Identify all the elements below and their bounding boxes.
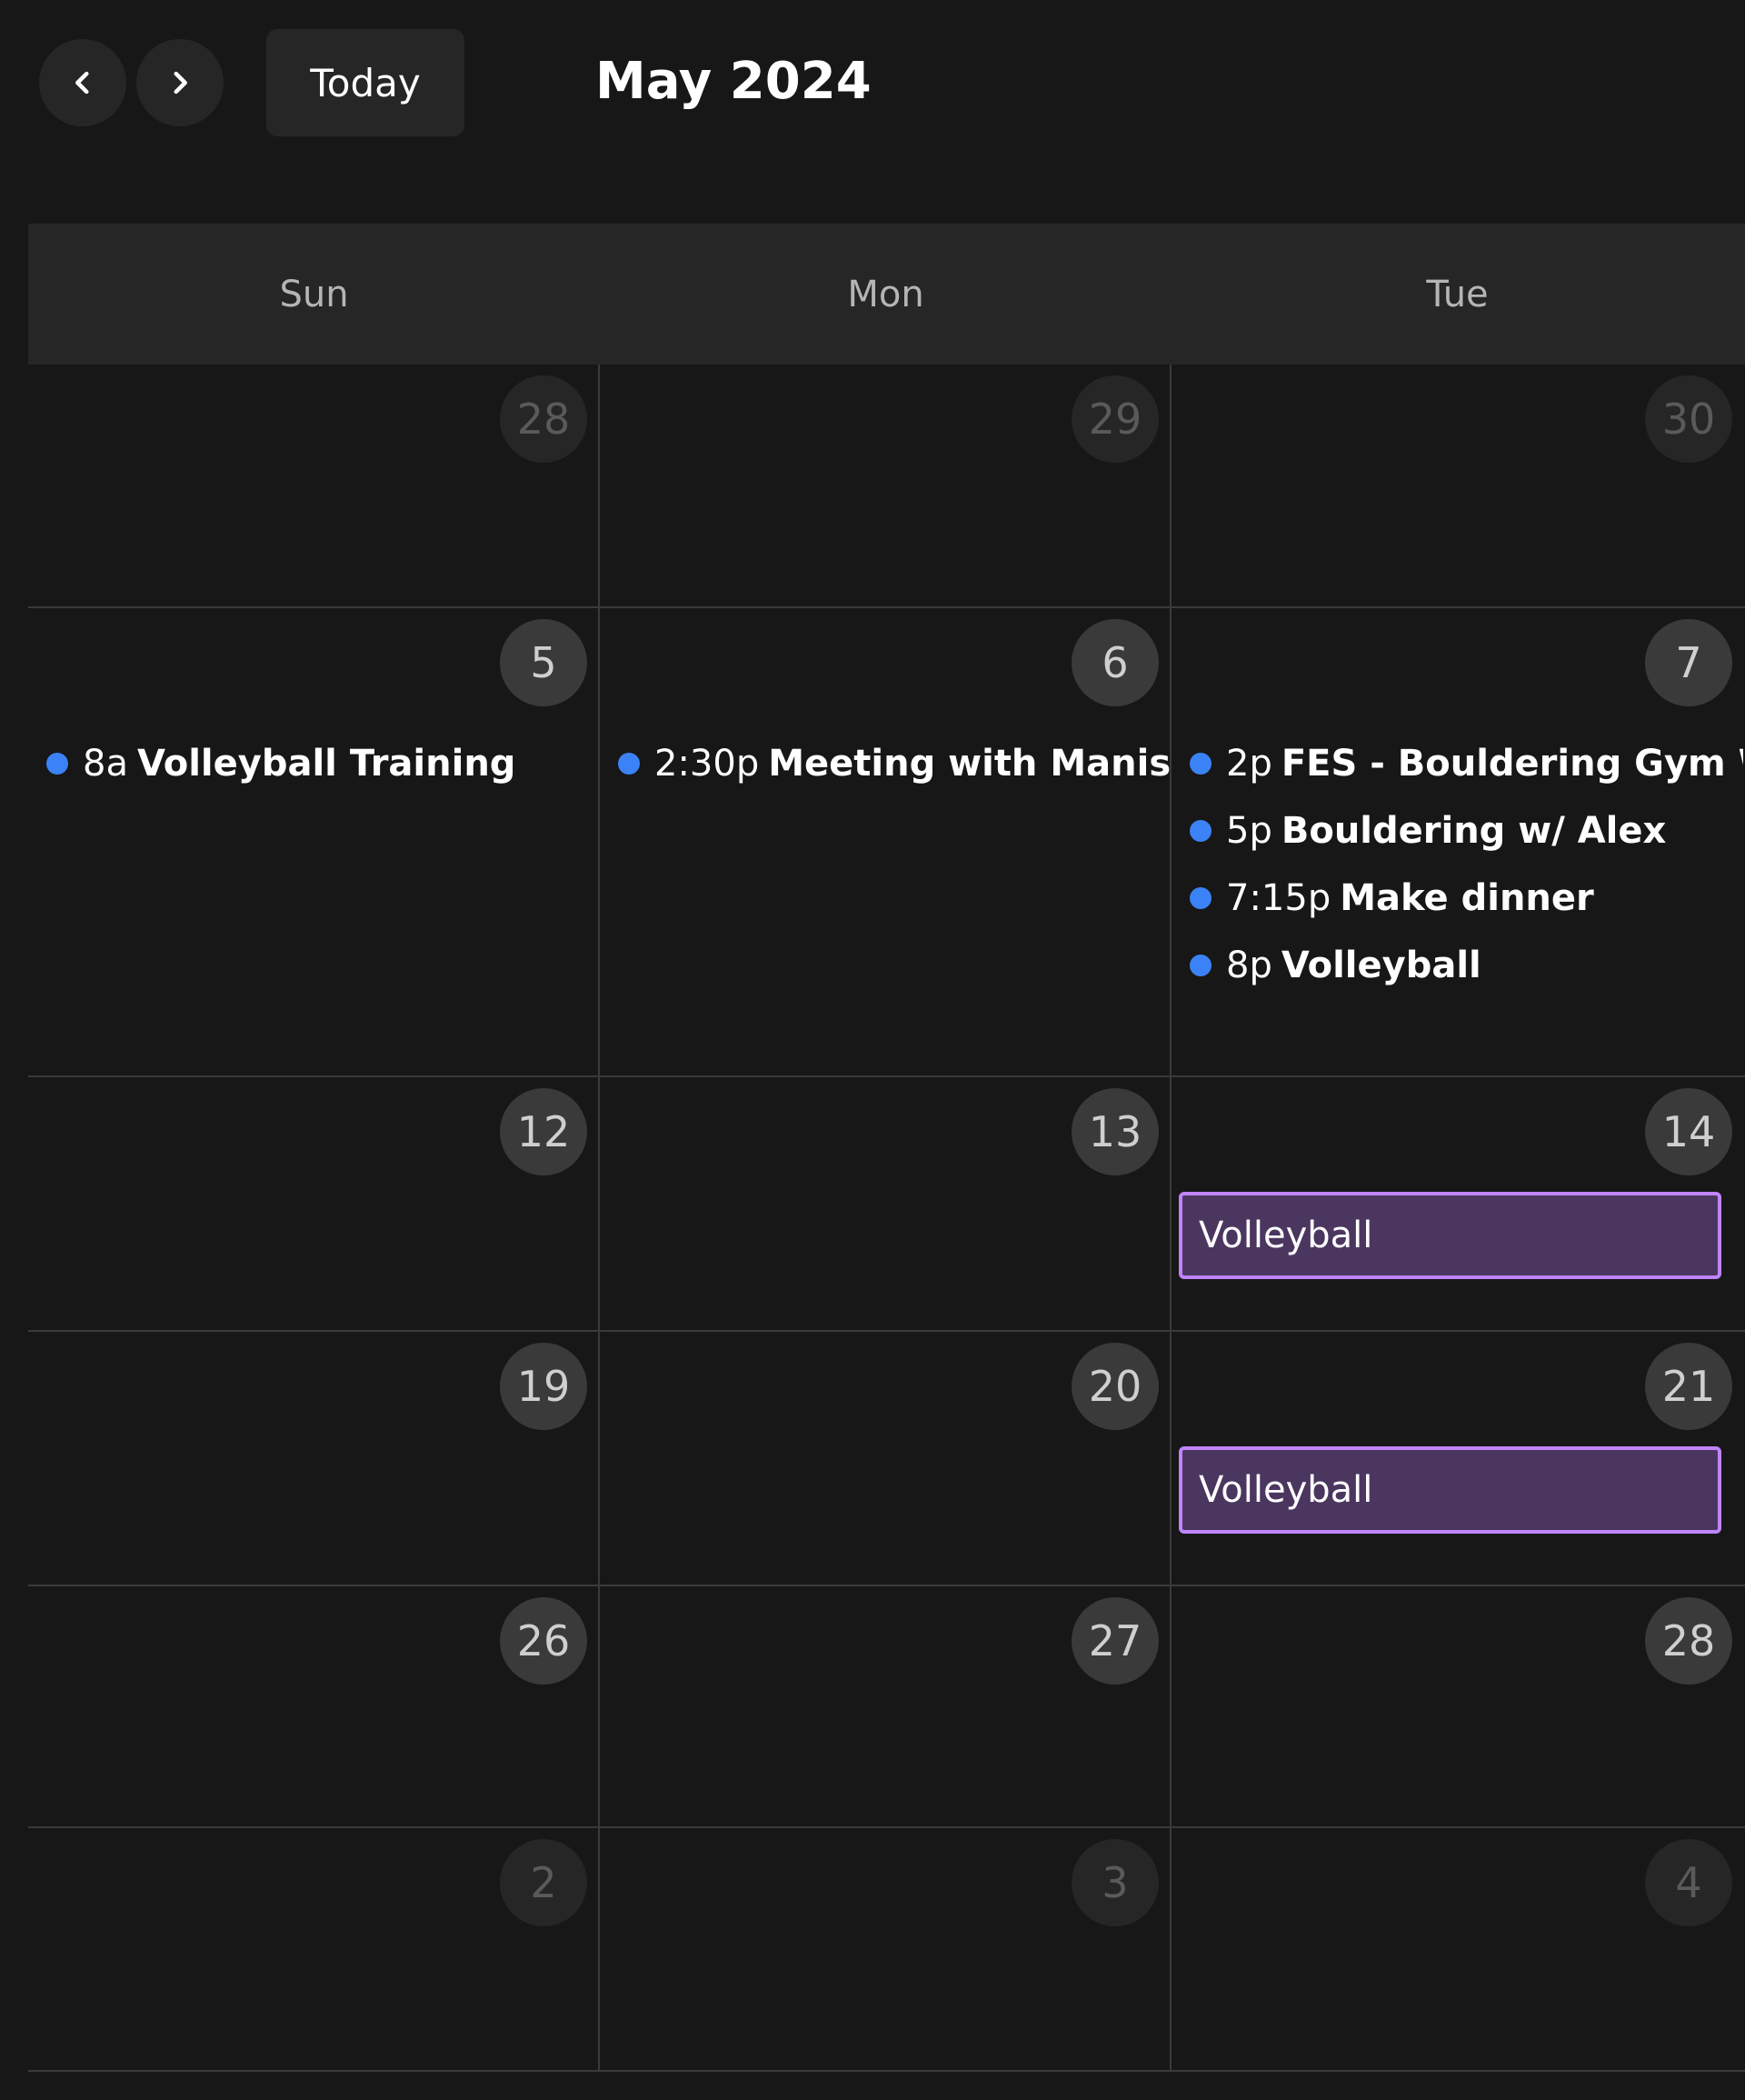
day-number[interactable]: 4 (1645, 1839, 1732, 1926)
weekday-sun: Sun (279, 273, 349, 315)
day-cell[interactable]: 21 Volleyball (1172, 1332, 1743, 1585)
event-time: 2p (1226, 743, 1272, 785)
event-time: 7:15p (1226, 877, 1331, 919)
day-number[interactable]: 5 (500, 619, 587, 706)
today-button[interactable]: Today (266, 29, 464, 136)
day-cell[interactable]: 13 (600, 1077, 1172, 1330)
event-time: 8p (1226, 945, 1272, 986)
day-cell[interactable]: 28 (28, 365, 600, 606)
day-cell[interactable]: 14 Volleyball (1172, 1077, 1743, 1330)
week-row: 26 27 28 (28, 1586, 1745, 1828)
event-item[interactable]: 7:15p Make dinner (1190, 865, 1743, 932)
day-number[interactable]: 20 (1072, 1343, 1159, 1430)
day-cell[interactable]: 19 (28, 1332, 600, 1585)
month-title: May 2024 (595, 52, 872, 111)
week-row: 5 8a Volleyball Training 6 2:30p Meeting… (28, 608, 1745, 1077)
event-dot-icon (1190, 955, 1212, 976)
day-number[interactable]: 21 (1645, 1343, 1732, 1430)
event-time: 5p (1226, 810, 1272, 852)
day-number[interactable]: 30 (1645, 375, 1732, 463)
event-dot-icon (1190, 820, 1212, 842)
week-row: 2 3 4 (28, 1828, 1745, 2072)
prev-month-button[interactable] (39, 39, 126, 126)
day-cell[interactable]: 5 8a Volleyball Training (28, 608, 600, 1075)
day-number[interactable]: 12 (500, 1088, 587, 1175)
event-title: FES - Bouldering Gym We (1281, 743, 1743, 785)
event-title: Make dinner (1340, 877, 1594, 919)
event-list: 2p FES - Bouldering Gym We 5p Bouldering… (1190, 730, 1743, 999)
chevron-left-icon (75, 71, 89, 95)
event-title: Volleyball Training (136, 743, 516, 785)
event-title: Meeting with Manish (768, 743, 1170, 785)
day-cell[interactable]: 26 (28, 1586, 600, 1826)
event-time: 2:30p (654, 743, 760, 785)
day-cell[interactable]: 7 2p FES - Bouldering Gym We 5p Boulderi… (1172, 608, 1743, 1075)
week-row: 19 20 21 Volleyball (28, 1332, 1745, 1586)
event-item[interactable]: 8p Volleyball (1190, 932, 1743, 999)
event-item[interactable]: 2:30p Meeting with Manish (618, 730, 1170, 797)
calendar-toolbar: Today May 2024 (0, 0, 1745, 164)
day-number[interactable]: 13 (1072, 1088, 1159, 1175)
weekday-header: Sun Mon Tue (28, 224, 1745, 365)
day-number[interactable]: 19 (500, 1343, 587, 1430)
chevron-right-icon (174, 71, 187, 95)
day-cell[interactable]: 4 (1172, 1828, 1743, 2070)
week-row: 28 29 30 (28, 365, 1745, 608)
event-time: 8a (83, 743, 128, 785)
event-dot-icon (1190, 753, 1212, 775)
day-cell[interactable]: 27 (600, 1586, 1172, 1826)
day-number[interactable]: 28 (1645, 1597, 1732, 1685)
event-item[interactable]: 5p Bouldering w/ Alex (1190, 797, 1743, 865)
event-item[interactable]: 2p FES - Bouldering Gym We (1190, 730, 1743, 797)
day-cell[interactable]: 29 (600, 365, 1172, 606)
next-month-button[interactable] (136, 39, 224, 126)
event-title: Bouldering w/ Alex (1281, 810, 1667, 852)
day-number[interactable]: 26 (500, 1597, 587, 1685)
event-list: 2:30p Meeting with Manish (618, 730, 1170, 797)
day-cell[interactable]: 28 (1172, 1586, 1743, 1826)
day-cell[interactable]: 20 (600, 1332, 1172, 1585)
day-number[interactable]: 3 (1072, 1839, 1159, 1926)
weekday-mon: Mon (847, 273, 924, 315)
volleyball-block-event[interactable]: Volleyball (1179, 1446, 1721, 1534)
day-number[interactable]: 7 (1645, 619, 1732, 706)
day-number[interactable]: 29 (1072, 375, 1159, 463)
weekday-tue: Tue (1426, 273, 1489, 315)
day-number[interactable]: 2 (500, 1839, 587, 1926)
day-cell[interactable]: 30 (1172, 365, 1743, 606)
event-item[interactable]: 8a Volleyball Training (46, 730, 598, 797)
month-grid: Sun Mon Tue 28 29 30 5 8a Volleyball Tra… (28, 224, 1745, 2072)
event-list: 8a Volleyball Training (46, 730, 598, 797)
event-dot-icon (1190, 887, 1212, 909)
volleyball-block-event[interactable]: Volleyball (1179, 1192, 1721, 1279)
day-number[interactable]: 14 (1645, 1088, 1732, 1175)
day-cell[interactable]: 12 (28, 1077, 600, 1330)
week-row: 12 13 14 Volleyball (28, 1077, 1745, 1332)
day-cell[interactable]: 2 (28, 1828, 600, 2070)
event-title: Volleyball (1281, 945, 1481, 986)
day-number[interactable]: 6 (1072, 619, 1159, 706)
day-number[interactable]: 28 (500, 375, 587, 463)
event-dot-icon (46, 753, 68, 775)
event-dot-icon (618, 753, 640, 775)
day-number[interactable]: 27 (1072, 1597, 1159, 1685)
day-cell[interactable]: 3 (600, 1828, 1172, 2070)
day-cell[interactable]: 6 2:30p Meeting with Manish (600, 608, 1172, 1075)
